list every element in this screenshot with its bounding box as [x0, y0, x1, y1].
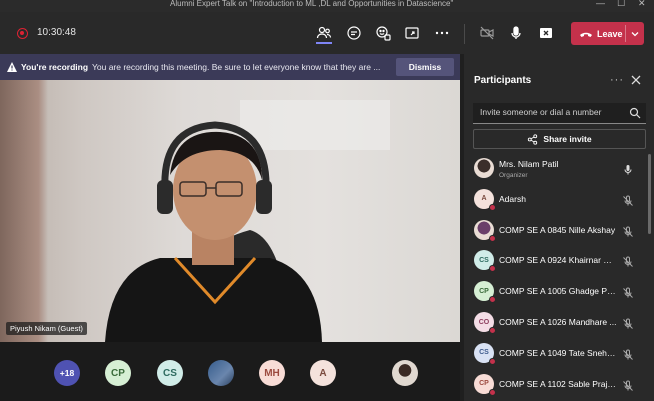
- participant-row[interactable]: CS COMP SE A 1049 Tate Snehal...: [464, 340, 654, 368]
- more-actions-icon[interactable]: [432, 23, 452, 43]
- participant-row[interactable]: A Adarsh: [464, 186, 654, 214]
- participant-avatar: CP: [474, 281, 496, 304]
- participant-avatar[interactable]: A: [310, 360, 336, 386]
- participants-panel: Participants ··· Share invite Mrs. Nilam…: [464, 54, 654, 401]
- participant-avatar: CS: [474, 342, 496, 365]
- status-badge: [489, 296, 496, 304]
- participant-name: COMP SE A 1005 Ghadge Pra...: [499, 286, 617, 297]
- status-badge: [489, 357, 496, 365]
- dismiss-button[interactable]: Dismiss: [396, 58, 454, 76]
- participant-name: COMP SE A 0924 Khairnar Sa...: [499, 255, 617, 266]
- participant-row[interactable]: Mrs. Nilam Patil Organizer: [464, 155, 654, 183]
- microphone-muted-icon[interactable]: [622, 317, 634, 329]
- participant-name: COMP SE A 0845 Nille Akshay: [499, 224, 616, 235]
- microphone-muted-icon[interactable]: [622, 225, 634, 237]
- meeting-timer: 10:30:48: [37, 27, 76, 38]
- participant-name: Mrs. Nilam Patil: [499, 159, 559, 169]
- hang-up-icon: [580, 32, 592, 37]
- participant-role: Organizer: [499, 172, 528, 179]
- reactions-icon[interactable]: [373, 23, 393, 43]
- status-badge: [489, 388, 496, 396]
- scrollbar[interactable]: [648, 154, 651, 234]
- recording-indicator-icon: [17, 28, 28, 39]
- microphone-muted-icon[interactable]: [622, 379, 634, 391]
- participant-avatar-photo: [474, 158, 494, 178]
- participant-avatar[interactable]: CS: [157, 360, 183, 386]
- window-title: Alumni Expert Talk on "Introduction to M…: [170, 0, 454, 8]
- status-badge: [489, 265, 496, 273]
- toolbar-divider: [464, 24, 465, 44]
- leave-button[interactable]: Leave: [571, 22, 644, 45]
- participant-avatar: A: [474, 188, 496, 211]
- participant-row[interactable]: CS COMP SE A 0924 Khairnar Sa...: [464, 247, 654, 275]
- share-invite-label: Share invite: [543, 134, 592, 144]
- participant-initials: A: [481, 195, 487, 203]
- participant-initials: CS: [479, 256, 489, 264]
- recording-banner: You're recording You are recording this …: [0, 54, 460, 80]
- panel-title: Participants: [474, 75, 532, 86]
- warning-icon: [7, 62, 17, 72]
- meeting-toolbar: 10:30:48 Leave: [0, 12, 654, 54]
- participant-row[interactable]: CO COMP SE A 1026 Mandhare ...: [464, 309, 654, 337]
- status-badge: [489, 234, 496, 242]
- close-window-icon[interactable]: ✕: [638, 0, 646, 9]
- share-invite-button[interactable]: Share invite: [473, 129, 646, 149]
- invite-search: [473, 103, 646, 124]
- participant-avatar-photo[interactable]: [208, 360, 234, 386]
- search-icon[interactable]: [629, 107, 641, 119]
- more-options-icon[interactable]: ···: [610, 74, 624, 86]
- speaker-figure: [105, 121, 322, 342]
- self-avatar-photo[interactable]: [392, 360, 418, 386]
- speaker-video: Piyush Nikam (Guest): [0, 80, 460, 342]
- participant-avatar: CP: [474, 373, 496, 396]
- window-titlebar: Alumni Expert Talk on "Introduction to M…: [0, 0, 654, 12]
- microphone-muted-icon[interactable]: [622, 194, 634, 206]
- microphone-muted-icon[interactable]: [622, 255, 634, 268]
- participant-avatar[interactable]: MH: [259, 360, 285, 386]
- share-screen-icon[interactable]: [402, 23, 422, 43]
- participant-initials: CO: [478, 318, 490, 326]
- minimize-icon[interactable]: —: [596, 0, 605, 8]
- microphone-icon[interactable]: [622, 163, 634, 175]
- participant-initials: CP: [479, 380, 489, 388]
- recording-banner-message: You are recording this meeting. Be sure …: [92, 62, 381, 72]
- participant-initials: CS: [479, 349, 489, 357]
- chat-icon[interactable]: [344, 23, 364, 43]
- more-participants-button[interactable]: +18: [54, 360, 80, 386]
- participant-avatar-photo: [474, 219, 496, 242]
- participant-avatar: CO: [474, 312, 496, 334]
- participant-row[interactable]: CP COMP SE A 1102 Sable Prajwal: [464, 371, 654, 399]
- participant-name: COMP SE A 1026 Mandhare ...: [499, 317, 617, 327]
- participant-row[interactable]: CP COMP SE A 1005 Ghadge Pra...: [464, 278, 654, 306]
- microphone-muted-icon[interactable]: [622, 286, 634, 299]
- participant-name: COMP SE A 1102 Sable Prajwal: [499, 378, 617, 389]
- chevron-down-icon[interactable]: [629, 28, 641, 40]
- camera-off-icon[interactable]: [477, 23, 497, 43]
- stop-sharing-icon[interactable]: [536, 23, 556, 43]
- participant-initials: CP: [479, 287, 489, 295]
- invite-input[interactable]: [480, 107, 620, 117]
- participant-strip: +18 CP CS MH A: [0, 342, 460, 401]
- recording-banner-title: You're recording: [21, 62, 89, 72]
- leave-label: Leave: [597, 28, 623, 39]
- close-icon[interactable]: [630, 74, 642, 86]
- microphone-muted-icon[interactable]: [622, 348, 634, 360]
- participant-name: Adarsh: [499, 193, 526, 204]
- participant-row[interactable]: COMP SE A 0845 Nille Akshay: [464, 217, 654, 245]
- speaker-name-label: Piyush Nikam (Guest): [6, 322, 87, 335]
- participant-avatar: CS: [474, 250, 496, 273]
- maximize-icon[interactable]: ☐: [617, 0, 625, 9]
- participant-avatar[interactable]: CP: [105, 360, 131, 386]
- share-icon: [528, 133, 538, 145]
- status-badge: [489, 327, 496, 334]
- status-badge: [489, 203, 496, 211]
- participants-icon[interactable]: [314, 23, 334, 44]
- microphone-icon[interactable]: [506, 23, 526, 43]
- participant-name: COMP SE A 1049 Tate Snehal...: [499, 347, 617, 358]
